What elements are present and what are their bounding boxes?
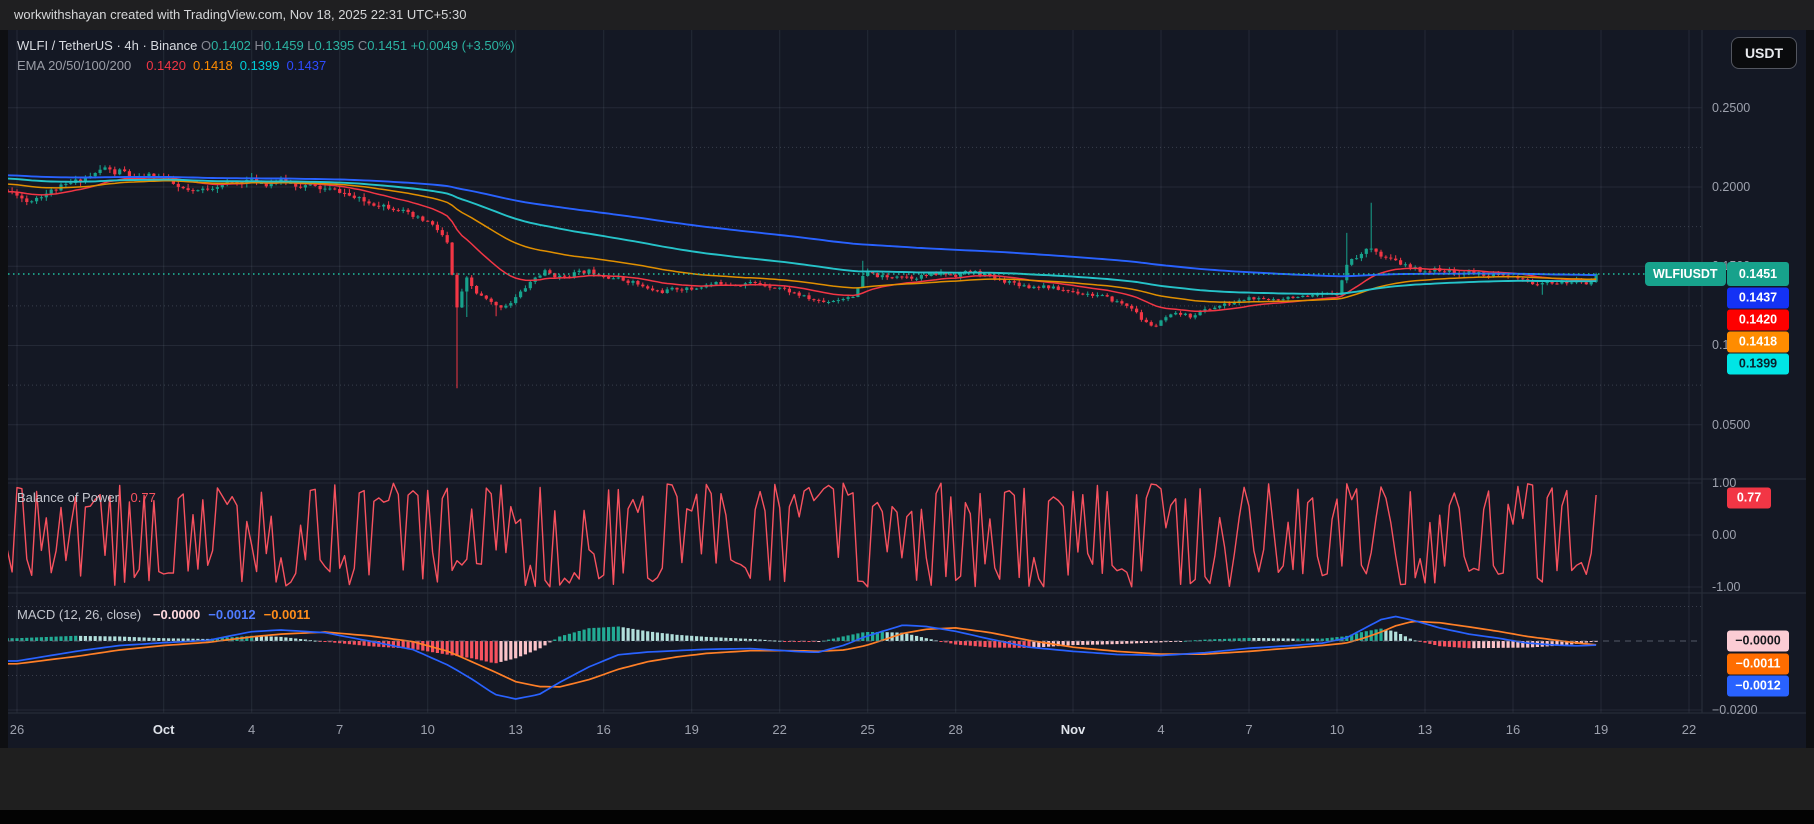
time-axis-tick[interactable]: 13 bbox=[508, 722, 522, 737]
tradingview-published-chart: workwithshayan created with TradingView.… bbox=[0, 0, 1814, 824]
ohlc-value: 0.1395 bbox=[314, 38, 358, 53]
macd-legend: MACD (12, 26, close) −0.0000 −0.0012 −0.00… bbox=[17, 607, 310, 622]
time-axis-tick[interactable]: 28 bbox=[948, 722, 962, 737]
time-axis-tick[interactable]: 13 bbox=[1418, 722, 1432, 737]
time-axis-tick[interactable]: 22 bbox=[772, 722, 786, 737]
chart-canvas[interactable] bbox=[0, 0, 1814, 824]
ema-value: 0.1399 bbox=[239, 58, 280, 73]
macd-value-badge: −0.0012 bbox=[1727, 675, 1789, 697]
macd-legend-value: −0.0000 bbox=[152, 607, 201, 622]
macd-value-badge: −0.0011 bbox=[1727, 653, 1789, 675]
footer-bar: TradingView bbox=[0, 748, 1814, 810]
macd-legend-value: −0.0012 bbox=[208, 607, 256, 622]
bottom-strip bbox=[0, 810, 1814, 824]
bop-title: Balance of Power bbox=[17, 490, 119, 505]
ohlc-key: C bbox=[357, 38, 368, 53]
ema-200-badge: 0.1437 bbox=[1727, 287, 1789, 308]
price-axis-tick[interactable]: 0.2000 bbox=[1712, 180, 1750, 194]
macd-title: MACD (12, 26, close) bbox=[17, 607, 142, 622]
ohlc-values: O0.1402 H0.1459 L0.1395 C0.1451 bbox=[201, 38, 411, 53]
ohlc-key: O bbox=[201, 38, 212, 53]
time-axis-tick[interactable]: Oct bbox=[153, 722, 175, 737]
price-axis-tick[interactable]: 0.0500 bbox=[1712, 418, 1750, 432]
ema-label: EMA 20/50/100/200 bbox=[17, 58, 132, 73]
ema-50-badge: 0.1418 bbox=[1727, 331, 1789, 352]
time-axis-tick[interactable]: 4 bbox=[248, 722, 255, 737]
last-price-badge: 0.1451 bbox=[1727, 262, 1789, 286]
bop-value-badge: 0.77 bbox=[1727, 487, 1771, 509]
bop-legend: Balance of Power 0.77 bbox=[17, 490, 156, 505]
time-axis-tick[interactable]: 10 bbox=[420, 722, 434, 737]
ema-20-badge: 0.1420 bbox=[1727, 309, 1789, 330]
ohlc-value: 0.1402 bbox=[211, 38, 255, 53]
ema-value: 0.1437 bbox=[286, 58, 327, 73]
time-axis-tick[interactable]: 19 bbox=[1594, 722, 1608, 737]
symbol-title: WLFI / TetherUS · 4h · Binance bbox=[17, 38, 198, 53]
time-axis-tick[interactable]: Nov bbox=[1061, 722, 1086, 737]
time-axis-tick[interactable]: 10 bbox=[1330, 722, 1344, 737]
ohlc-key: L bbox=[307, 38, 315, 53]
macd-axis-tick[interactable]: −0.0200 bbox=[1712, 703, 1758, 717]
ema-100-badge: 0.1399 bbox=[1727, 353, 1789, 374]
symbol-price-label: WLFIUSDT bbox=[1645, 262, 1726, 286]
time-axis-tick[interactable]: 25 bbox=[860, 722, 874, 737]
ohlc-key: H bbox=[254, 38, 264, 53]
time-axis-tick[interactable]: 16 bbox=[596, 722, 610, 737]
time-axis-tick[interactable]: 7 bbox=[1245, 722, 1252, 737]
change-value: +0.0049 (+3.50%) bbox=[410, 38, 515, 53]
time-axis-tick[interactable]: 19 bbox=[684, 722, 698, 737]
time-axis-tick[interactable]: 26 bbox=[10, 722, 24, 737]
main-legend: WLFI / TetherUS · 4h · Binance O0.1402 H… bbox=[17, 38, 515, 53]
ema-value: 0.1420 bbox=[146, 58, 186, 73]
ema-value: 0.1418 bbox=[192, 58, 233, 73]
currency-toggle-button[interactable]: USDT bbox=[1731, 37, 1797, 69]
macd-value-badge: −0.0000 bbox=[1727, 630, 1789, 652]
ohlc-value: 0.1451 bbox=[367, 38, 411, 53]
ohlc-value: 0.1459 bbox=[263, 38, 308, 53]
bop-axis-tick[interactable]: 0.00 bbox=[1712, 528, 1736, 542]
price-axis-tick[interactable]: 0.2500 bbox=[1712, 101, 1750, 115]
time-axis-tick[interactable]: 4 bbox=[1157, 722, 1164, 737]
time-axis-tick[interactable]: 16 bbox=[1506, 722, 1520, 737]
ema-legend: EMA 20/50/100/200 0.1420 0.1418 0.1399 0.143… bbox=[17, 58, 340, 73]
macd-legend-value: −0.0011 bbox=[263, 607, 311, 622]
bop-value: 0.77 bbox=[130, 490, 156, 505]
bop-axis-tick[interactable]: -1.00 bbox=[1712, 580, 1741, 594]
time-axis-tick[interactable]: 22 bbox=[1682, 722, 1696, 737]
time-axis-tick[interactable]: 7 bbox=[336, 722, 343, 737]
